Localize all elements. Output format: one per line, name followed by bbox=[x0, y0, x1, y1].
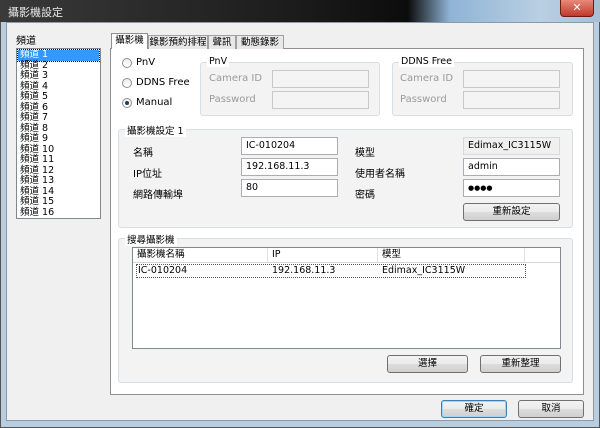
radio-pnv[interactable] bbox=[122, 58, 132, 68]
select-button[interactable]: 選擇 bbox=[387, 355, 468, 373]
ip-input[interactable]: 192.168.11.3 bbox=[241, 158, 338, 176]
camera-settings-title: 攝影機設定 1 bbox=[125, 123, 186, 137]
cell-ip: 192.168.11.3 bbox=[272, 265, 336, 276]
channel-label: 頻道 bbox=[16, 36, 36, 47]
tab-camera[interactable]: 攝影機 bbox=[111, 33, 148, 49]
channel-item[interactable]: 頻道 5 bbox=[18, 91, 99, 103]
password-label: 密碼 bbox=[355, 190, 375, 201]
tab-audio[interactable]: 聲訊 bbox=[208, 35, 236, 49]
port-label: 網路傳輸埠 bbox=[133, 190, 183, 201]
username-label: 使用者名稱 bbox=[355, 169, 405, 180]
radio-pnv-label: PnV bbox=[136, 57, 156, 68]
column-header-filler bbox=[525, 248, 560, 263]
channel-item[interactable]: 頻道 1 bbox=[17, 49, 100, 62]
model-label: 模型 bbox=[355, 148, 375, 159]
radio-ddns-label: DDNS Free bbox=[136, 77, 190, 88]
close-icon: ✕ bbox=[572, 1, 582, 14]
cell-name: IC-010204 bbox=[138, 265, 188, 276]
reset-button[interactable]: 重新設定 bbox=[463, 203, 560, 221]
model-input[interactable]: Edimax_IC3115W bbox=[463, 137, 560, 155]
radio-manual-label: Manual bbox=[136, 97, 173, 108]
tab-motion-recording[interactable]: 動態錄影 bbox=[236, 35, 284, 49]
port-input[interactable]: 80 bbox=[241, 179, 338, 197]
cancel-button[interactable]: 取消 bbox=[518, 400, 584, 418]
tab-recording-schedule[interactable]: 錄影預約排程 bbox=[148, 35, 208, 49]
column-header-model[interactable]: 模型 bbox=[378, 248, 525, 263]
channel-list[interactable]: 頻道 1 頻道 2 頻道 3 頻道 4 頻道 5 頻道 6 頻道 7 頻道 8 … bbox=[16, 48, 101, 219]
ddns-password-label: Password bbox=[400, 94, 447, 105]
ip-label: IP位址 bbox=[133, 169, 162, 180]
name-label: 名稱 bbox=[133, 148, 153, 159]
name-input[interactable]: IC-010204 bbox=[241, 137, 338, 155]
channel-item[interactable]: 頻道 13 bbox=[18, 175, 99, 187]
cell-model: Edimax_IC3115W bbox=[382, 265, 466, 276]
pnv-group-title: PnV bbox=[207, 56, 230, 67]
column-header-ip[interactable]: IP bbox=[268, 248, 378, 263]
channel-item[interactable]: 頻道 15 bbox=[18, 196, 99, 208]
username-input[interactable]: admin bbox=[463, 158, 560, 176]
radio-ddns-free[interactable] bbox=[122, 78, 132, 88]
channel-item[interactable]: 頻道 3 bbox=[18, 70, 99, 82]
channel-item[interactable]: 頻道 16 bbox=[18, 207, 99, 219]
ddns-group-title: DDNS Free bbox=[399, 56, 454, 67]
column-header-name[interactable]: 攝影機名稱 bbox=[133, 248, 268, 263]
pnv-password-label: Password bbox=[209, 94, 256, 105]
window-title: 攝影機設定 bbox=[8, 6, 63, 19]
close-button[interactable]: ✕ bbox=[560, 0, 594, 17]
channel-item[interactable]: 頻道 11 bbox=[18, 154, 99, 166]
ok-button[interactable]: 確定 bbox=[441, 400, 507, 418]
pnv-password-input[interactable] bbox=[272, 91, 369, 109]
pnv-camera-id-label: Camera ID bbox=[209, 73, 263, 84]
refresh-button[interactable]: 重新整理 bbox=[480, 355, 561, 373]
search-camera-title: 搜尋攝影機 bbox=[125, 232, 177, 246]
ddns-camera-id-label: Camera ID bbox=[400, 73, 454, 84]
ddns-camera-id-input[interactable] bbox=[463, 70, 560, 88]
channel-item[interactable]: 頻道 9 bbox=[18, 133, 99, 145]
pnv-camera-id-input[interactable] bbox=[272, 70, 369, 88]
title-bar[interactable] bbox=[0, 0, 600, 22]
radio-manual[interactable] bbox=[122, 98, 132, 108]
password-input[interactable]: ●●●● bbox=[463, 179, 560, 197]
camera-list-view[interactable]: 攝影機名稱 IP 模型 IC-010204 192.168.11.3 Edima… bbox=[132, 247, 561, 349]
channel-item[interactable]: 頻道 7 bbox=[18, 112, 99, 124]
ddns-password-input[interactable] bbox=[463, 91, 560, 109]
